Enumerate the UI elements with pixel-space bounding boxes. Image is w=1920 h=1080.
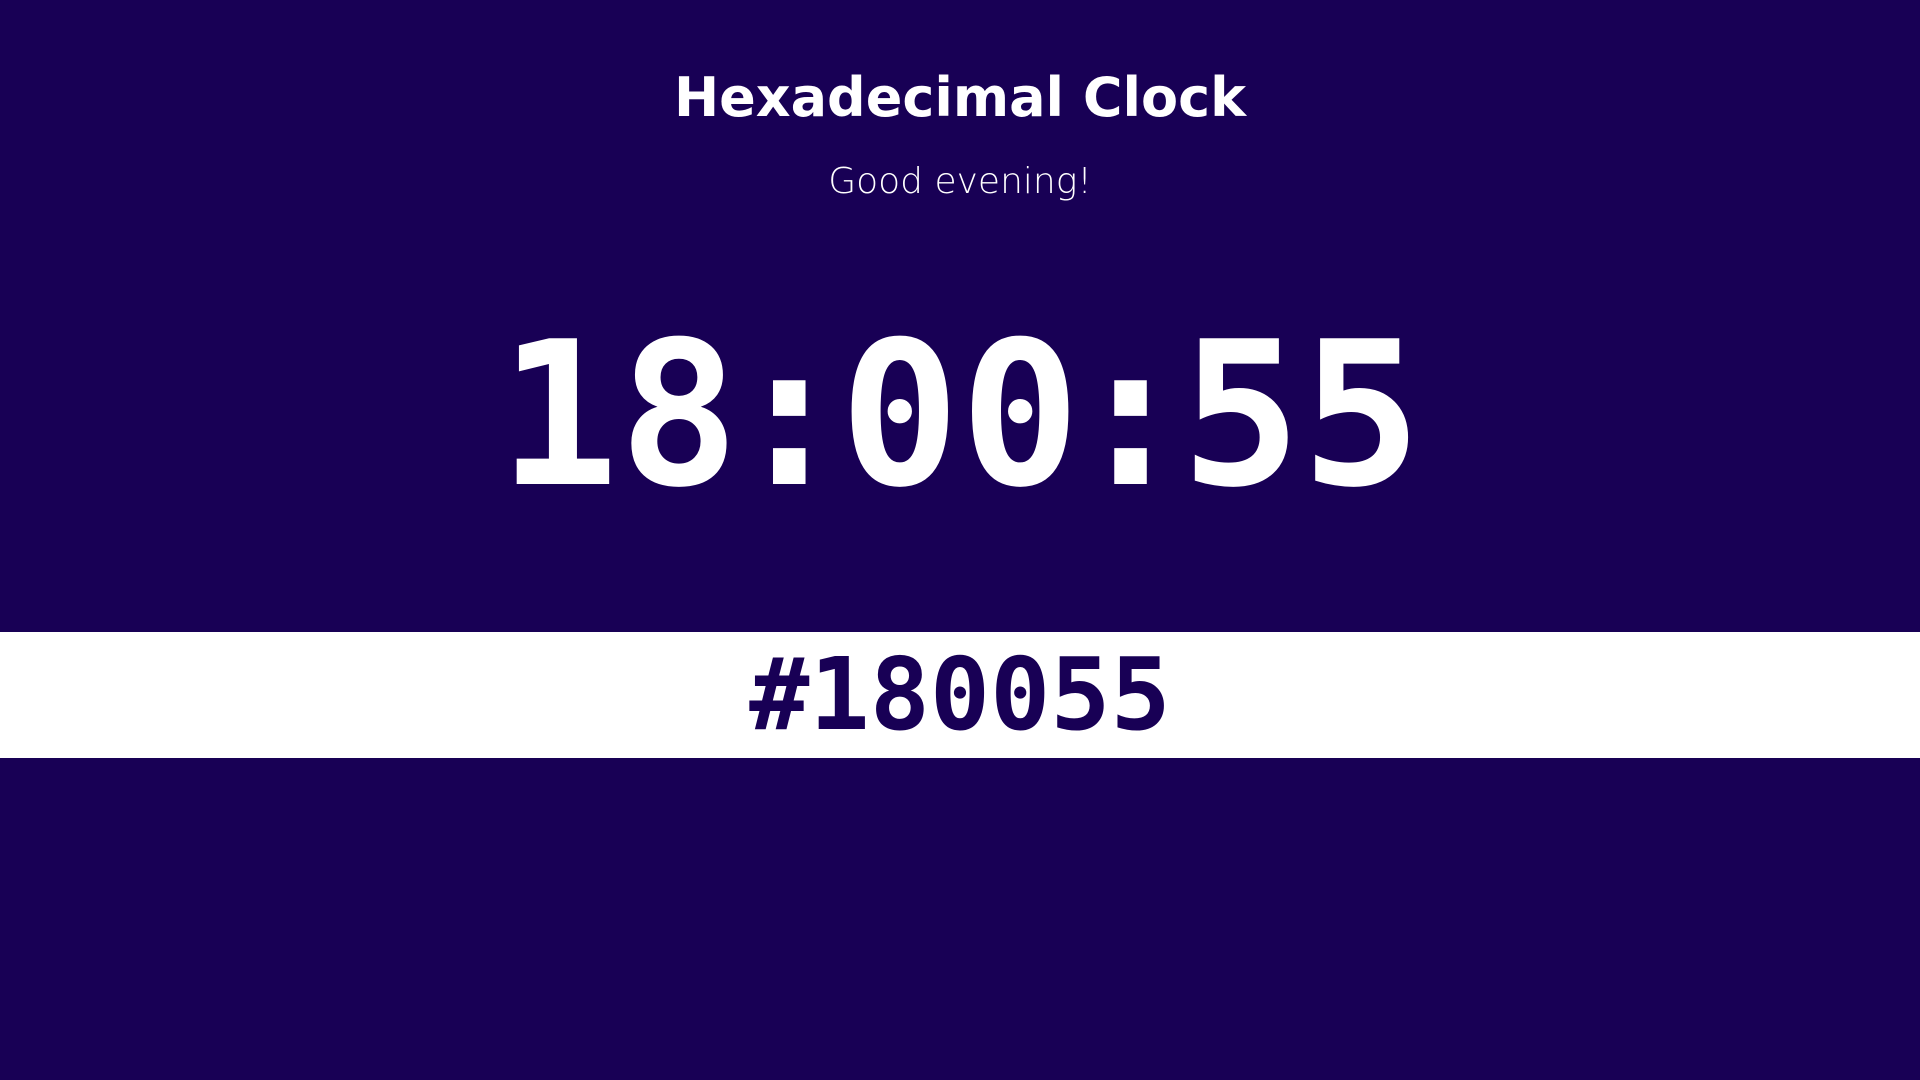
- hex-color-band: #180055: [0, 632, 1920, 758]
- hours-minutes-separator: :: [729, 299, 850, 532]
- minutes-seconds-separator: :: [1070, 299, 1191, 532]
- seconds-value: 55: [1180, 299, 1422, 532]
- greeting-text: Good evening!: [828, 161, 1092, 202]
- hex-color-value: #180055: [749, 636, 1171, 753]
- minutes-value: 00: [839, 299, 1081, 532]
- hours-value: 18: [498, 299, 740, 532]
- time-display: 18 : 00 : 55: [0, 316, 1920, 516]
- clock-page: Hexadecimal Clock Good evening! 18 : 00 …: [0, 0, 1920, 1080]
- page-title: Hexadecimal Clock: [673, 66, 1247, 129]
